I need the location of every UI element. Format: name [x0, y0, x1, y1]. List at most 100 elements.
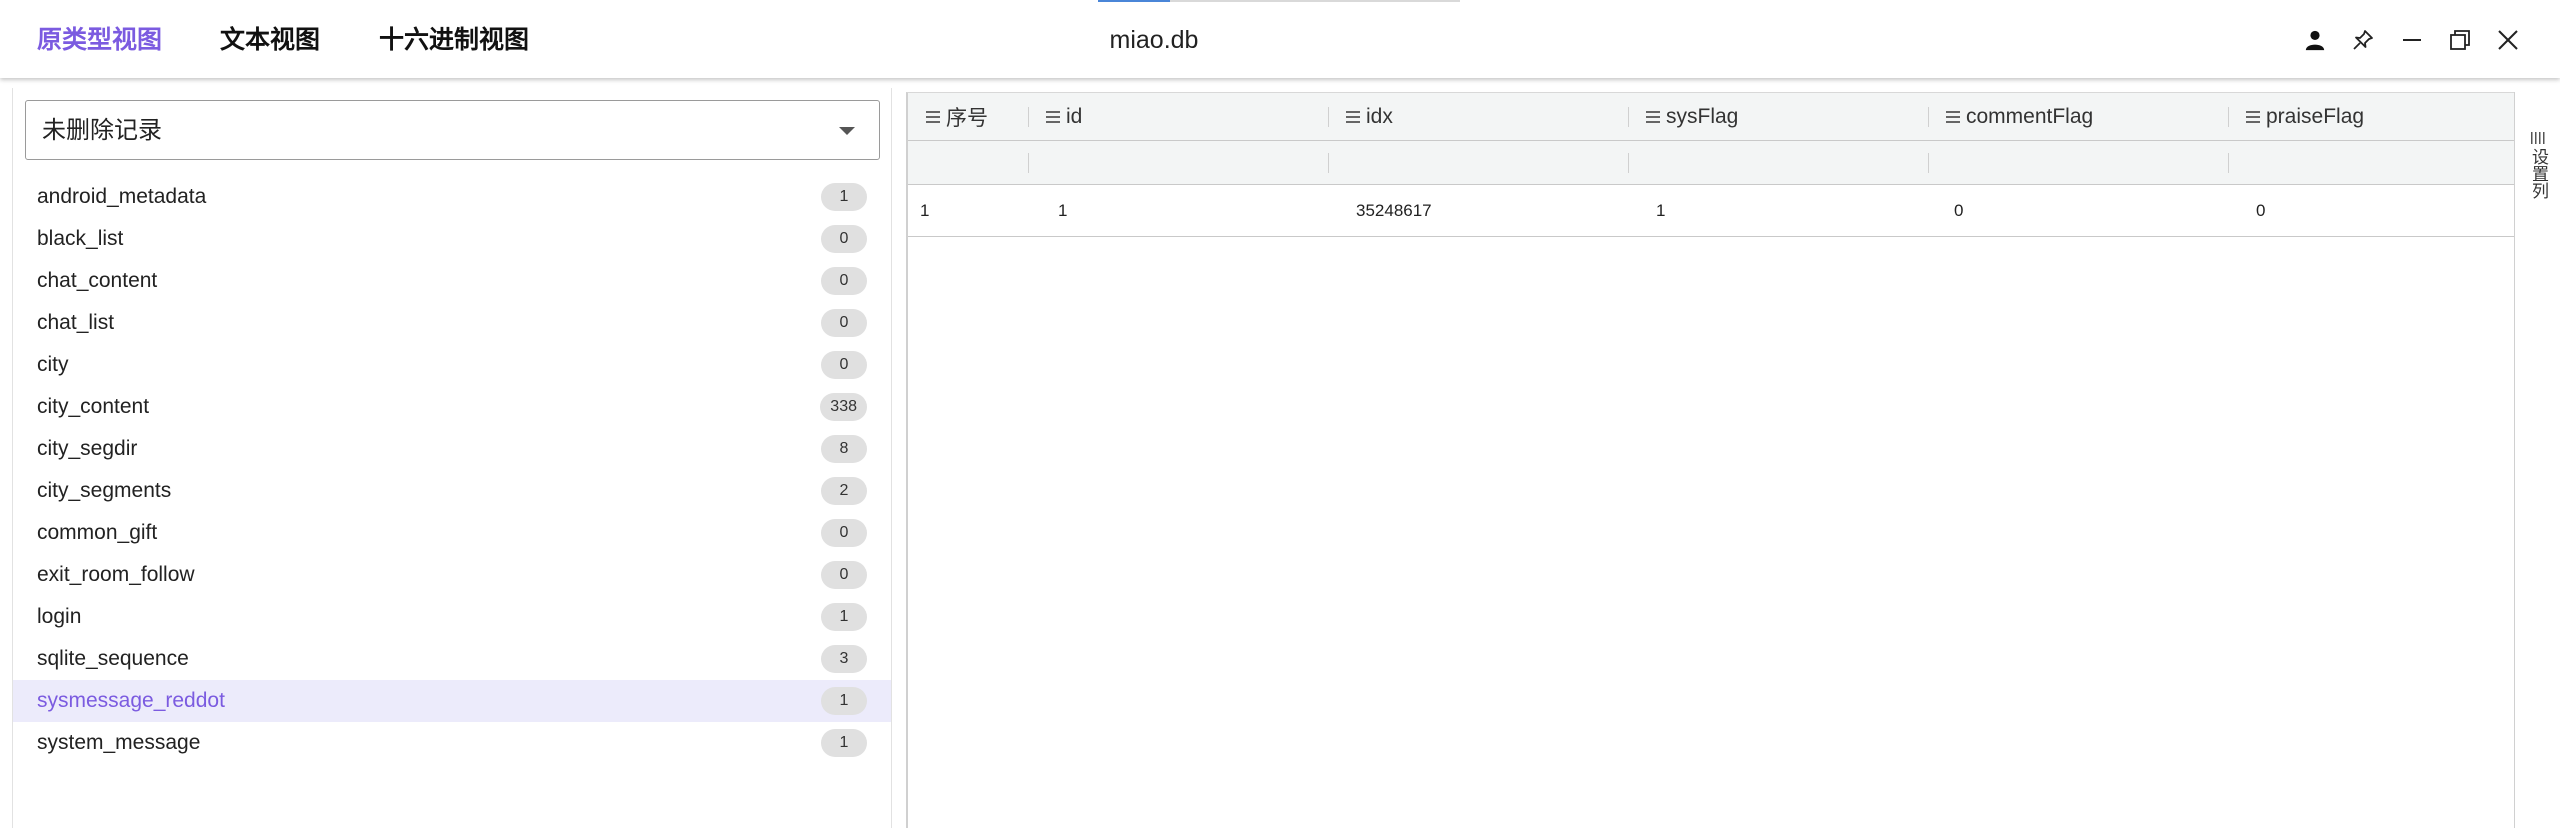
row-count-badge: 1: [821, 603, 867, 631]
user-icon: [2305, 30, 2325, 51]
table-name: city: [37, 353, 69, 376]
close-icon: [2498, 30, 2518, 50]
table-name: system_message: [37, 731, 201, 754]
table-name: chat_content: [37, 269, 158, 292]
user-button[interactable]: [2295, 20, 2335, 60]
row-count-badge: 1: [821, 183, 867, 211]
row-count-badge: 0: [821, 225, 867, 253]
row-count-badge: 0: [821, 267, 867, 295]
column-menu-icon: [1646, 111, 1660, 123]
restore-icon: [2450, 30, 2470, 50]
columns-icon: [2531, 132, 2545, 144]
table-name: sqlite_sequence: [37, 647, 189, 670]
table-list: android_metadata 1 black_list 0 chat_con…: [13, 176, 891, 764]
data-grid: 序号 id idx sysFlag commentFlag praiseFlag: [906, 92, 2518, 828]
pin-button[interactable]: [2343, 20, 2383, 60]
row-count-badge: 3: [821, 645, 867, 673]
row-count-badge: 0: [821, 561, 867, 589]
grid-header-row: 序号 id idx sysFlag commentFlag praiseFlag: [908, 93, 2514, 141]
row-count-badge: 0: [821, 351, 867, 379]
table-item-login[interactable]: login 1: [13, 596, 891, 638]
table-item-chat-content[interactable]: chat_content 0: [13, 260, 891, 302]
minimize-button[interactable]: [2392, 20, 2432, 60]
record-filter-value: 未删除记录: [42, 116, 162, 144]
column-menu-icon: [1946, 111, 1960, 123]
table-item-black-list[interactable]: black_list 0: [13, 218, 891, 260]
column-settings-label: 设置列: [2528, 148, 2548, 199]
column-header-sysflag[interactable]: sysFlag: [1628, 93, 1928, 141]
table-item-chat-list[interactable]: chat_list 0: [13, 302, 891, 344]
table-name: login: [37, 605, 82, 628]
row-count-badge: 2: [821, 477, 867, 505]
filter-separator: [2228, 153, 2229, 173]
table-name: chat_list: [37, 311, 115, 334]
tab-raw-type-view[interactable]: 原类型视图: [37, 20, 162, 60]
top-divider-line: [1170, 0, 1460, 2]
table-item-android-metadata[interactable]: android_metadata 1: [13, 176, 891, 218]
cell-seq[interactable]: 1: [920, 185, 929, 237]
cell-sysflag[interactable]: 1: [1656, 185, 1665, 237]
table-item-common-gift[interactable]: common_gift 0: [13, 512, 891, 554]
row-count-badge: 1: [821, 729, 867, 757]
restore-button[interactable]: [2440, 20, 2480, 60]
row-count-badge: 0: [821, 309, 867, 337]
column-header-label: id: [1066, 105, 1083, 128]
column-header-label: sysFlag: [1666, 105, 1739, 128]
close-button[interactable]: [2488, 20, 2528, 60]
minimize-icon: [2403, 39, 2421, 41]
filter-separator: [1928, 153, 1929, 173]
cell-idx[interactable]: 35248617: [1356, 185, 1432, 237]
chevron-down-icon: [839, 127, 855, 135]
filter-separator: [1328, 153, 1329, 173]
table-name: sysmessage_reddot: [37, 689, 225, 712]
table-item-city-content[interactable]: city_content 338: [13, 386, 891, 428]
column-header-id[interactable]: id: [1028, 93, 1328, 141]
column-header-label: idx: [1366, 105, 1393, 128]
table-item-exit-room-follow[interactable]: exit_room_follow 0: [13, 554, 891, 596]
column-header-label: praiseFlag: [2266, 105, 2365, 128]
table-item-sqlite-sequence[interactable]: sqlite_sequence 3: [13, 638, 891, 680]
row-count-badge: 8: [821, 435, 867, 463]
cell-commentflag[interactable]: 0: [1954, 185, 1963, 237]
column-menu-icon: [1046, 111, 1060, 123]
table-item-system-message[interactable]: system_message 1: [13, 722, 891, 764]
table-name: common_gift: [37, 521, 158, 544]
grid-filter-row[interactable]: [908, 141, 2514, 185]
table-item-city-segdir[interactable]: city_segdir 8: [13, 428, 891, 470]
column-header-idx[interactable]: idx: [1328, 93, 1628, 141]
column-settings-button[interactable]: 设置列: [2515, 132, 2560, 199]
filter-separator: [1028, 153, 1029, 173]
app-header: 原类型视图 文本视图 十六进制视图 miao.db: [0, 0, 2560, 78]
table-name: exit_room_follow: [37, 563, 195, 586]
row-count-badge: 0: [821, 519, 867, 547]
grid-side-bar: 设置列: [2514, 92, 2560, 828]
table-item-city[interactable]: city 0: [13, 344, 891, 386]
column-header-seq[interactable]: 序号: [908, 93, 1028, 141]
record-filter-select[interactable]: 未删除记录: [25, 100, 880, 160]
table-name: city_content: [37, 395, 150, 418]
filter-separator: [1628, 153, 1629, 173]
row-count-badge: 338: [820, 393, 867, 421]
tab-active-indicator: [1098, 0, 1170, 2]
tab-text-view[interactable]: 文本视图: [220, 20, 320, 60]
row-count-badge: 1: [821, 687, 867, 715]
column-header-praiseflag[interactable]: praiseFlag: [2228, 93, 2514, 141]
table-name: android_metadata: [37, 185, 207, 208]
pin-icon: [2353, 30, 2373, 50]
cell-id[interactable]: 1: [1058, 185, 1067, 237]
table-item-sysmessage-reddot[interactable]: sysmessage_reddot 1: [13, 680, 891, 722]
column-header-commentflag[interactable]: commentFlag: [1928, 93, 2228, 141]
table-name: city_segments: [37, 479, 172, 502]
table-name: black_list: [37, 227, 124, 250]
column-menu-icon: [926, 111, 940, 123]
cell-praiseflag[interactable]: 0: [2256, 185, 2265, 237]
column-menu-icon: [1346, 111, 1360, 123]
table-item-city-segments[interactable]: city_segments 2: [13, 470, 891, 512]
tab-hex-view[interactable]: 十六进制视图: [379, 20, 529, 60]
table-name: city_segdir: [37, 437, 138, 460]
window-title: miao.db: [1109, 26, 1199, 54]
column-header-label: 序号: [946, 106, 988, 130]
column-menu-icon: [2246, 111, 2260, 123]
table-row[interactable]: 1 1 35248617 1 0 0: [908, 185, 2514, 237]
column-header-label: commentFlag: [1966, 105, 2094, 128]
